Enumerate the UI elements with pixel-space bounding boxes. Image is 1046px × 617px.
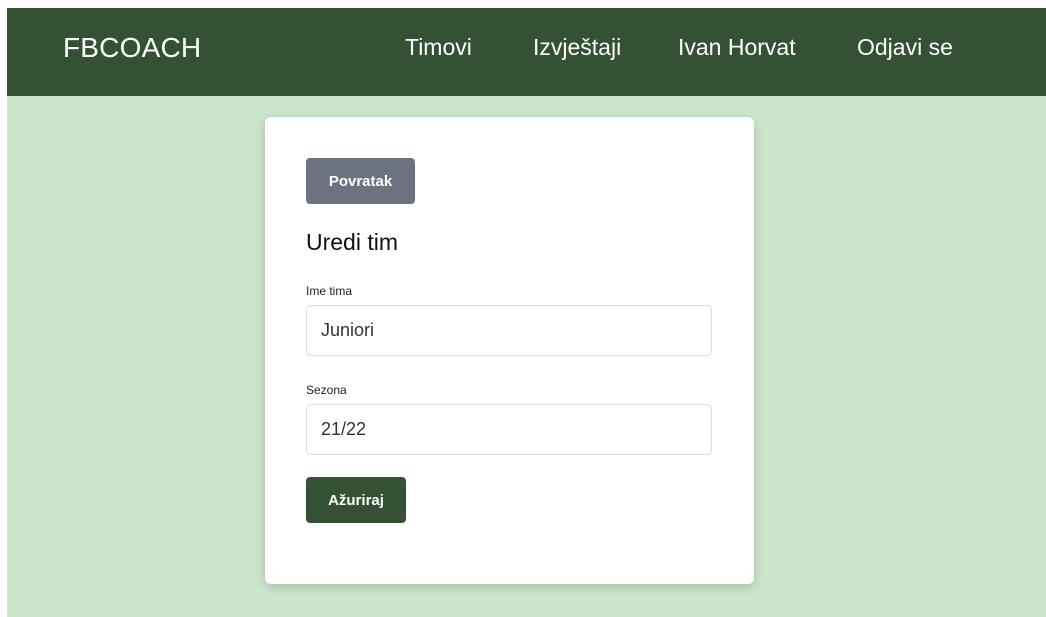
nav-link-reports[interactable]: Izvještaji [533,34,621,61]
app-frame: FBCOACH Timovi Izvještaji Ivan Horvat Od… [7,8,1046,617]
page-title: Uredi tim [306,229,399,255]
season-label: Sezona [306,383,347,397]
season-input[interactable] [306,404,712,455]
update-button[interactable]: Ažuriraj [306,477,406,523]
back-button[interactable]: Povratak [306,158,415,204]
nav-link-logout[interactable]: Odjavi se [857,34,953,61]
brand-logo[interactable]: FBCOACH [63,32,201,64]
edit-team-card: Povratak Uredi tim Ime tima Sezona Ažuri… [265,117,754,584]
team-name-label: Ime tima [306,284,353,298]
navbar: FBCOACH Timovi Izvještaji Ivan Horvat Od… [7,8,1046,96]
team-name-input[interactable] [306,305,712,356]
nav-link-user[interactable]: Ivan Horvat [678,34,796,61]
nav-link-teams[interactable]: Timovi [405,34,472,61]
